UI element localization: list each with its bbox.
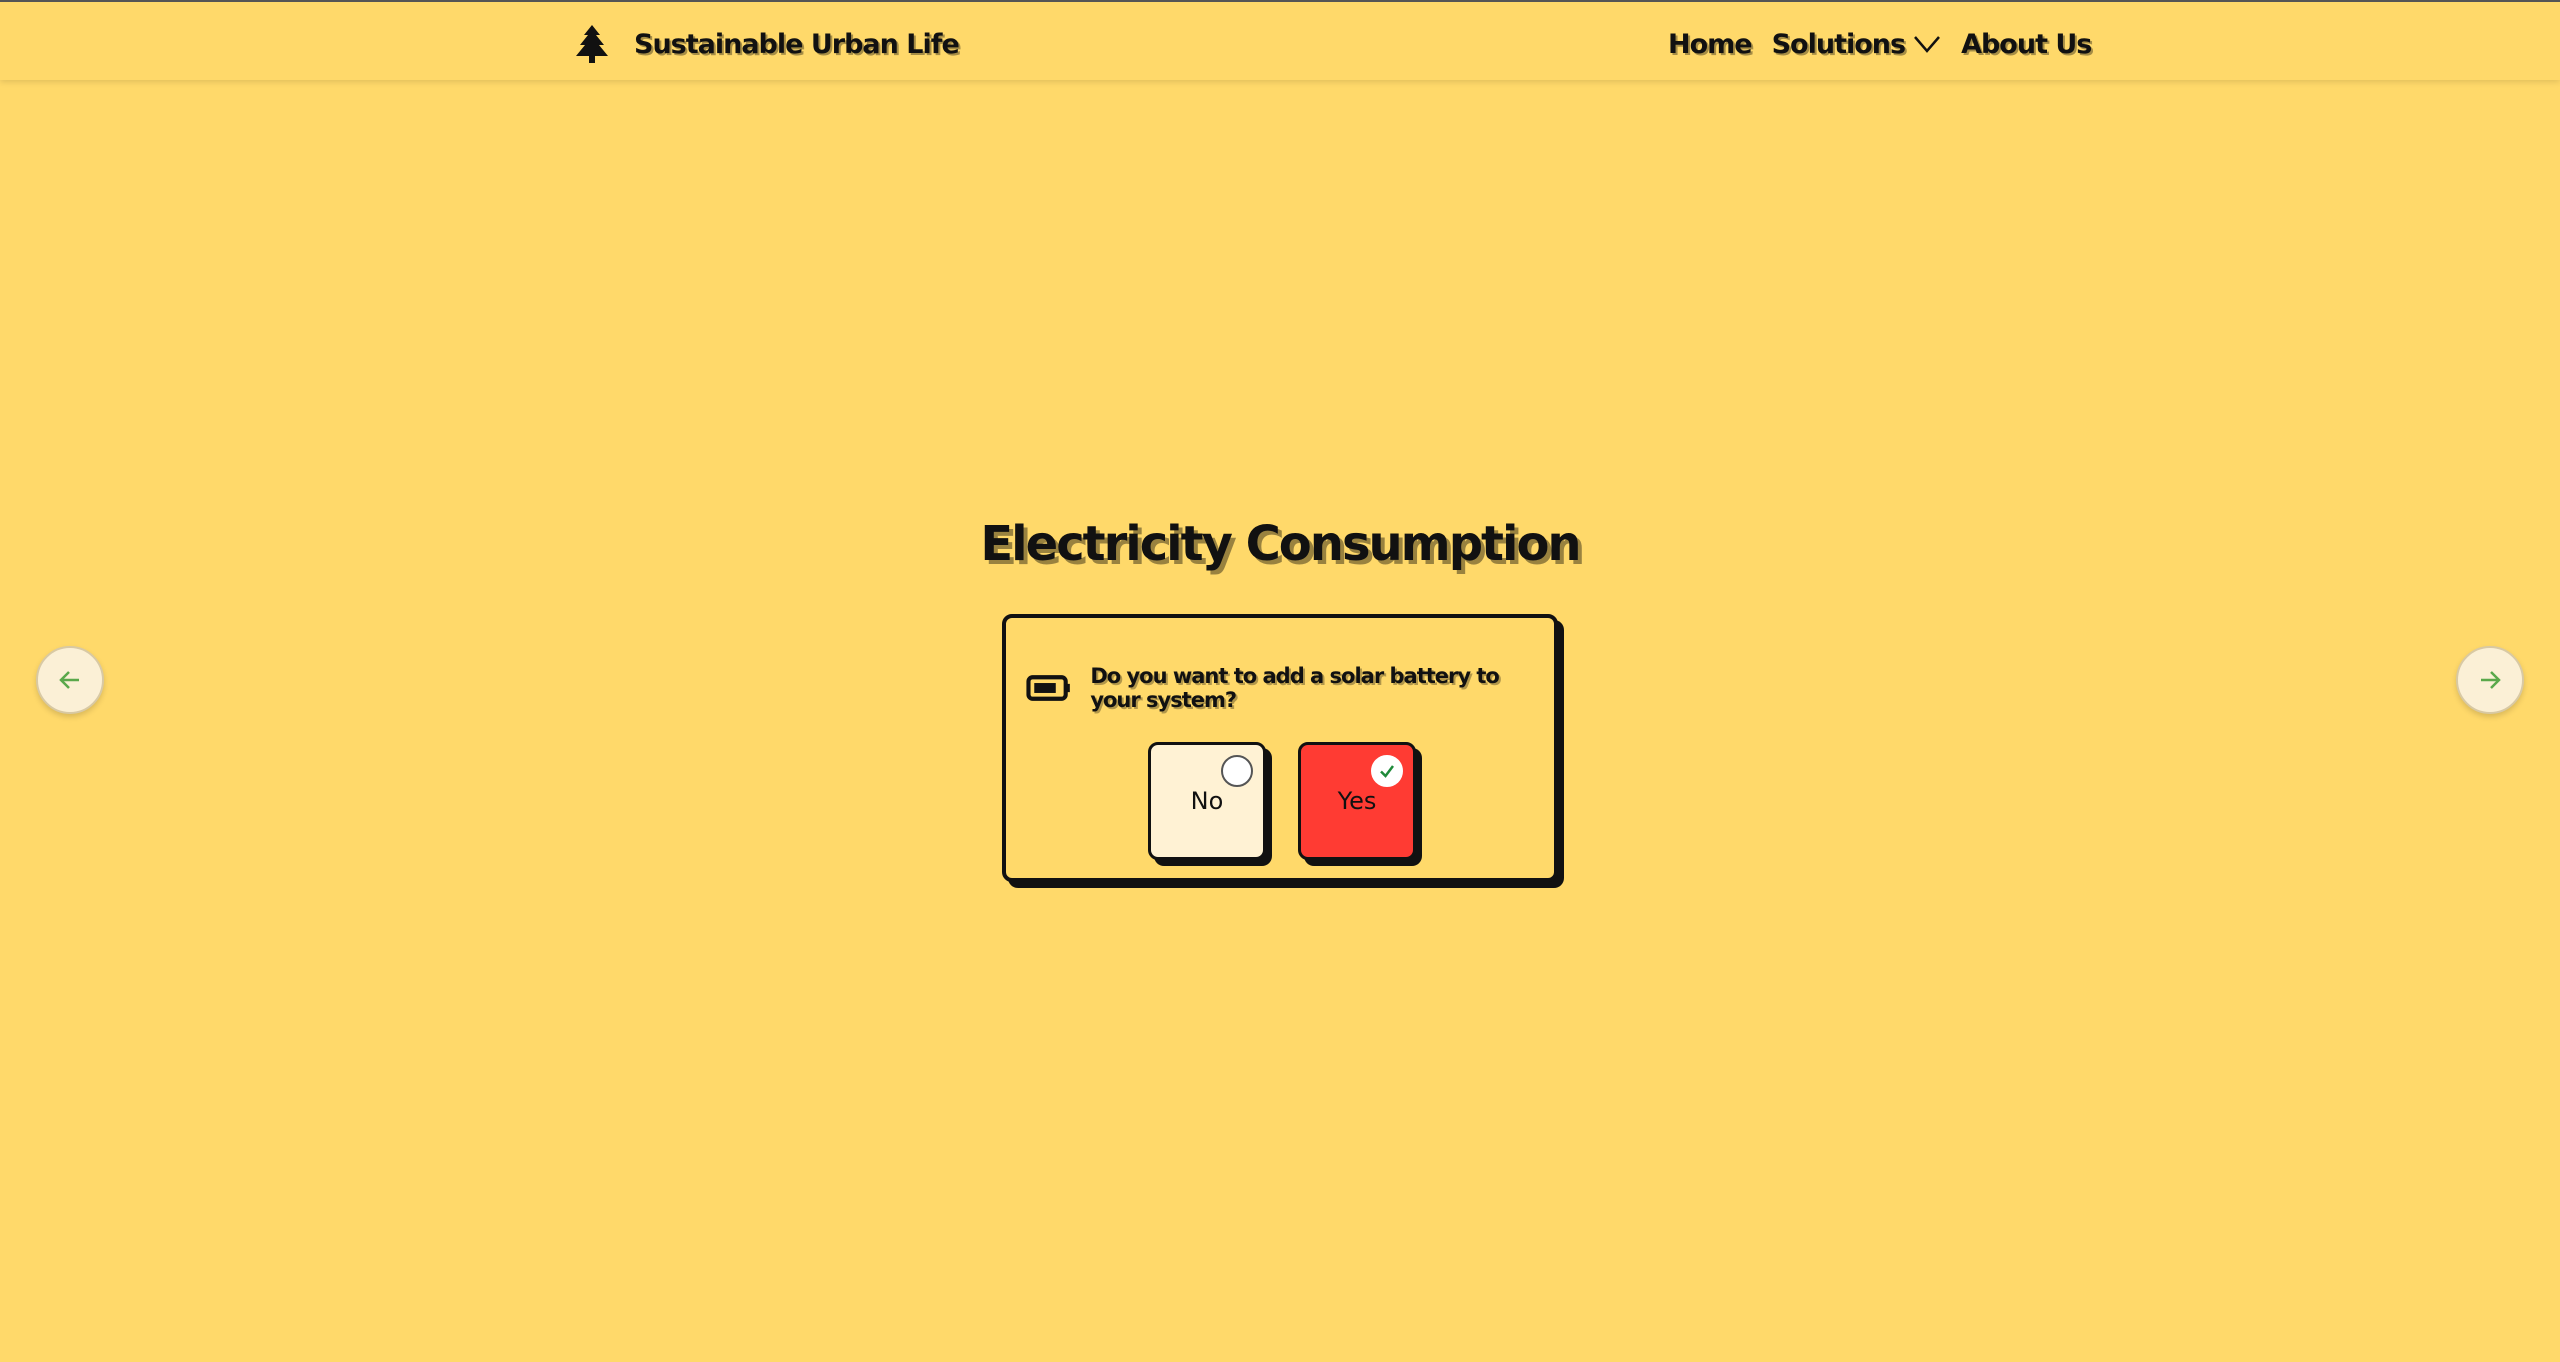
top-navbar: Sustainable Urban Life Home Solutions Ab… bbox=[0, 0, 2560, 80]
chevron-down-icon bbox=[1914, 36, 1941, 53]
option-yes-label: Yes bbox=[1337, 787, 1377, 815]
checkmark-icon bbox=[1371, 755, 1403, 787]
main-nav: Home Solutions About Us bbox=[1668, 22, 2092, 66]
option-yes[interactable]: Yes bbox=[1298, 742, 1416, 860]
brand[interactable]: Sustainable Urban Life bbox=[574, 22, 960, 66]
battery-icon bbox=[1026, 675, 1070, 701]
previous-step-button[interactable] bbox=[36, 646, 104, 714]
arrow-right-icon bbox=[2481, 671, 2501, 689]
radio-unchecked-icon bbox=[1221, 755, 1253, 787]
question-text: Do you want to add a solar battery to yo… bbox=[1090, 664, 1500, 712]
brand-name: Sustainable Urban Life bbox=[634, 28, 960, 60]
option-no[interactable]: No bbox=[1148, 742, 1266, 860]
next-step-button[interactable] bbox=[2456, 646, 2524, 714]
nav-about[interactable]: About Us bbox=[1961, 29, 2092, 60]
page-title: Electricity Consumption bbox=[980, 516, 1581, 572]
nav-home[interactable]: Home bbox=[1668, 29, 1753, 60]
arrow-left-icon bbox=[59, 671, 79, 689]
question-card: Do you want to add a solar battery to yo… bbox=[1002, 614, 1558, 882]
nav-solutions-label: Solutions bbox=[1771, 28, 1906, 60]
nav-solutions[interactable]: Solutions bbox=[1772, 29, 1941, 60]
tree-icon bbox=[576, 25, 608, 63]
option-no-label: No bbox=[1190, 787, 1224, 815]
question-row: Do you want to add a solar battery to yo… bbox=[1026, 664, 1554, 712]
